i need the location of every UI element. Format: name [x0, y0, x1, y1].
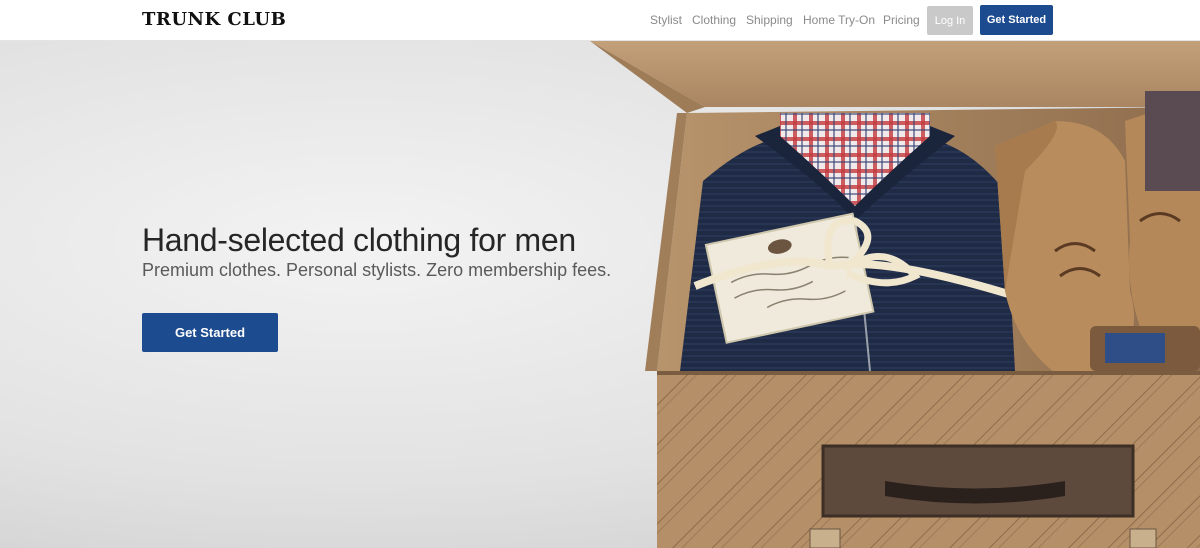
top-nav-bar: TRUNK CLUB Stylist Clothing Shipping Hom… — [0, 0, 1200, 41]
nav-link-stylist[interactable]: Stylist — [650, 13, 682, 27]
trunk-club-logo[interactable]: TRUNK CLUB — [142, 9, 286, 30]
nav-link-pricing[interactable]: Pricing — [883, 13, 920, 27]
nav-link-clothing[interactable]: Clothing — [692, 13, 736, 27]
header-get-started-button[interactable]: Get Started — [980, 5, 1053, 35]
hero-section: Hand-selected clothing for men Premium c… — [0, 41, 1200, 548]
hero-title: Hand-selected clothing for men — [142, 222, 576, 258]
nav-link-home-try-on[interactable]: Home Try-On — [803, 13, 875, 27]
hero-subtitle: Premium clothes. Personal stylists. Zero… — [142, 260, 612, 280]
nav-link-shipping[interactable]: Shipping — [746, 13, 793, 27]
box-of-clothing-photo — [590, 41, 1200, 548]
hero-get-started-button[interactable]: Get Started — [142, 313, 278, 352]
hero-copy: Hand-selected clothing for men Premium c… — [142, 222, 611, 281]
log-in-button[interactable]: Log In — [927, 6, 973, 35]
